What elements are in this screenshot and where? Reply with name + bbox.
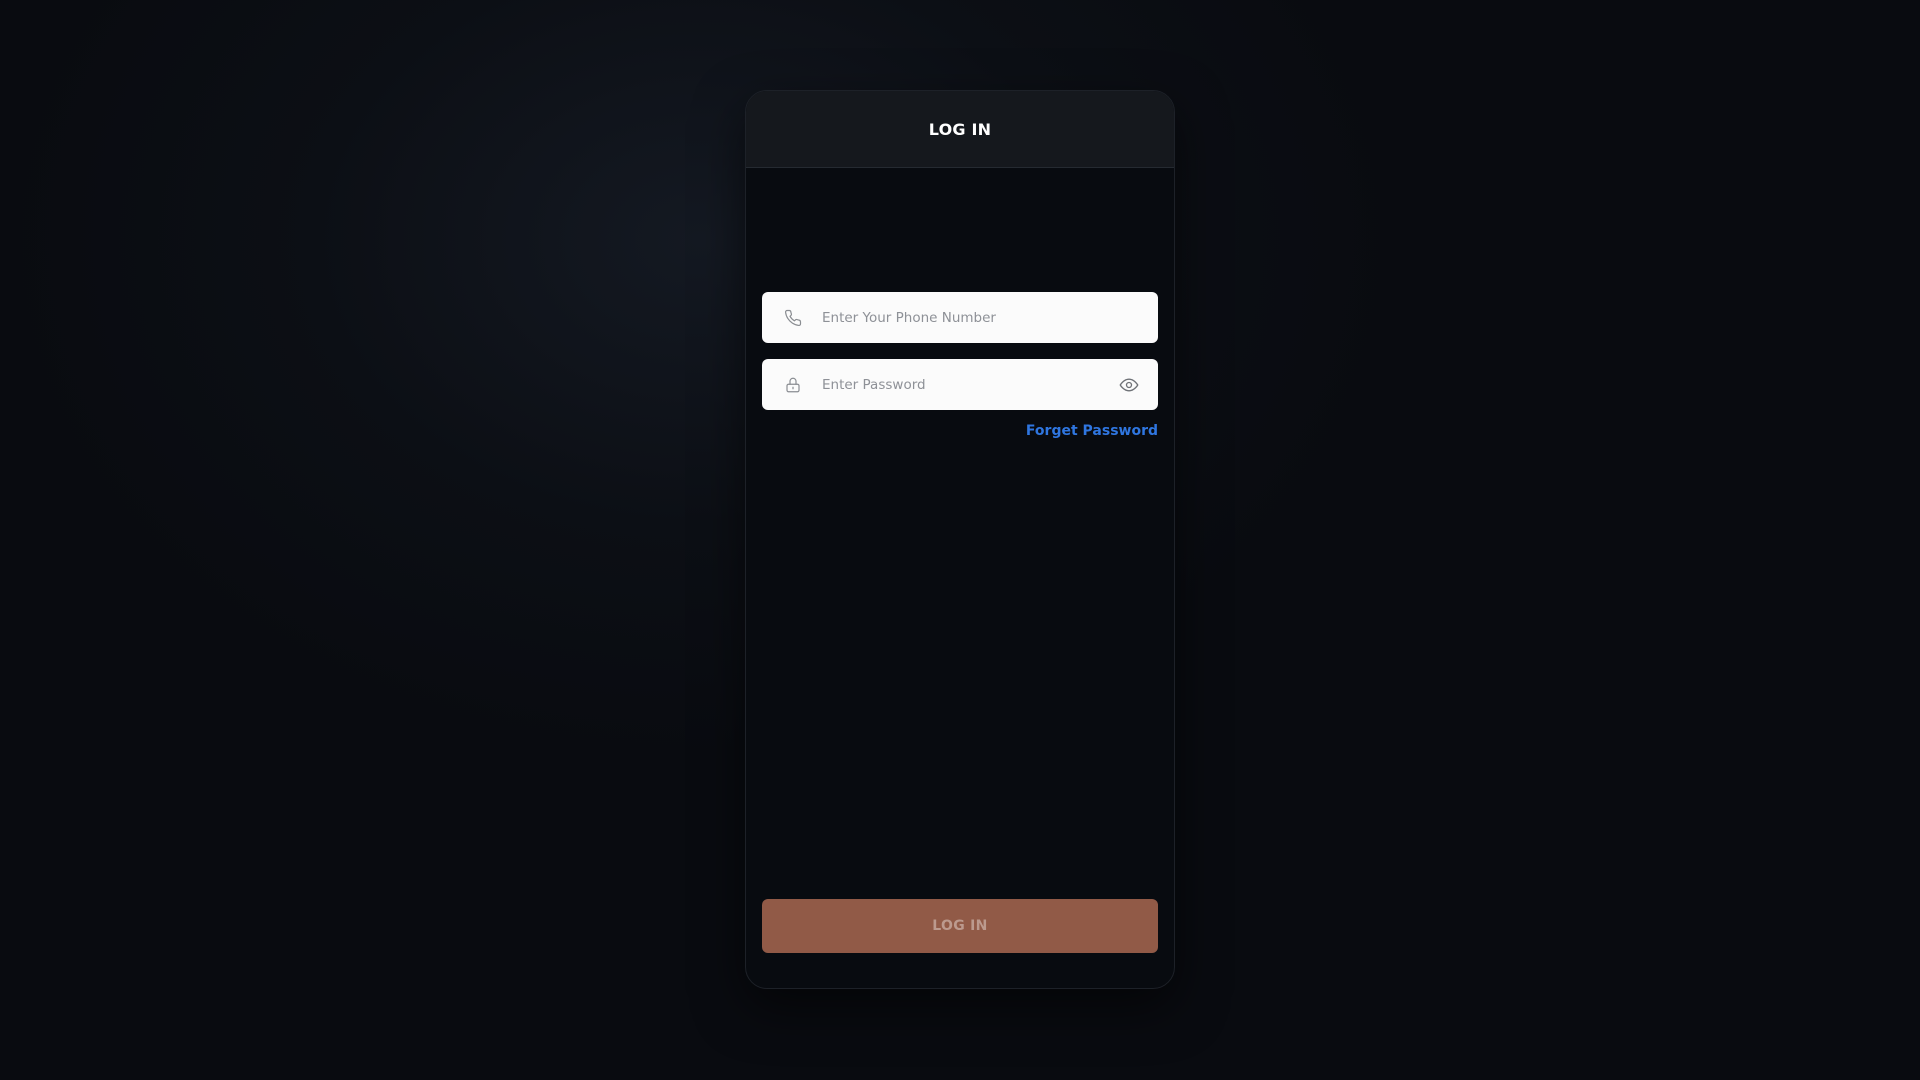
phone-field[interactable] [762,292,1158,343]
header-bar: LOG IN [746,91,1174,168]
phone-icon [783,308,803,328]
lock-icon [783,375,803,395]
page-title: LOG IN [928,119,992,139]
password-input[interactable] [822,359,1110,410]
login-button[interactable]: LOG IN [762,899,1158,953]
login-card: LOG IN Forget Password LOG IN [745,90,1175,989]
eye-icon[interactable] [1118,374,1140,396]
password-field[interactable] [762,359,1158,410]
forget-password-link[interactable]: Forget Password [1026,423,1158,439]
phone-input[interactable] [822,292,1158,343]
